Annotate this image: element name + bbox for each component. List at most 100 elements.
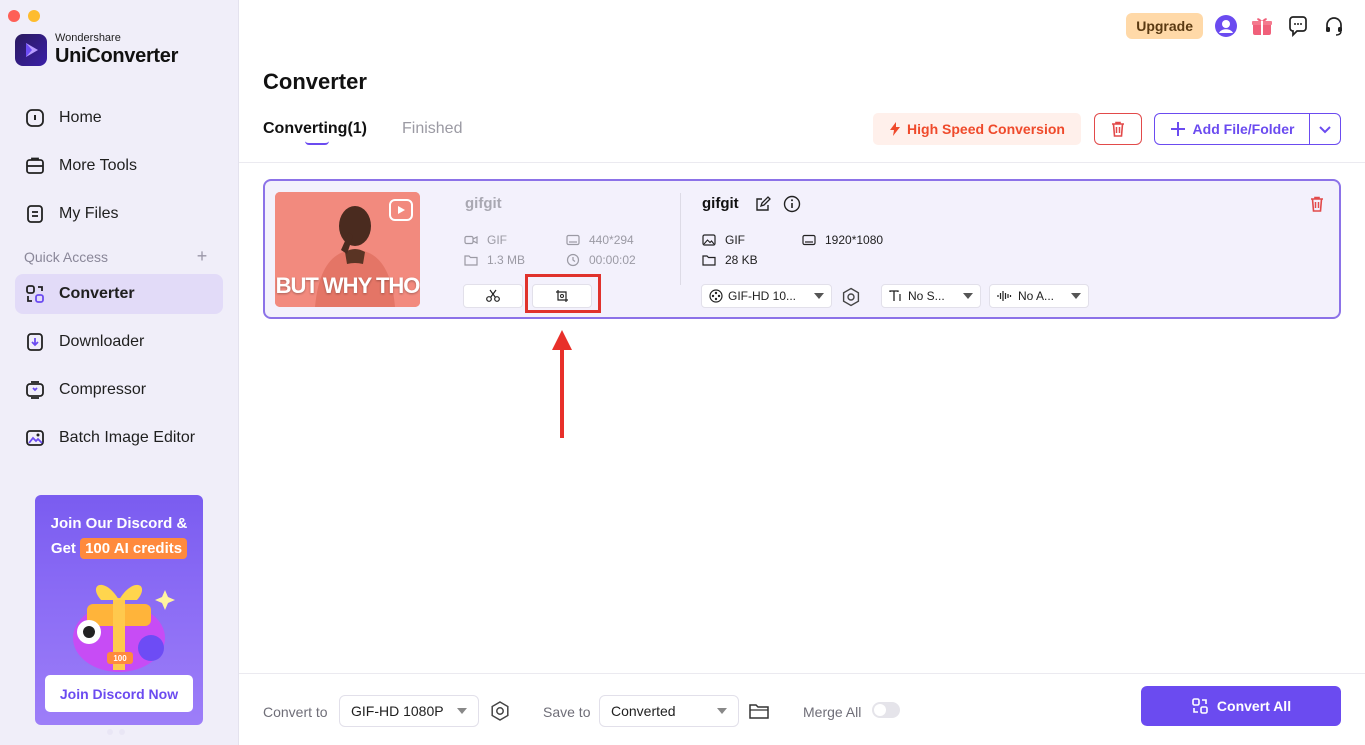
add-file-dropdown-button[interactable] <box>1309 113 1341 145</box>
video-thumbnail[interactable]: BUT WHY THO <box>275 192 420 307</box>
promo-page-dot[interactable] <box>107 729 113 735</box>
source-duration-value: 00:00:02 <box>589 253 636 267</box>
sidebar-item-downloader[interactable]: Downloader <box>15 322 223 362</box>
output-resolution: 1920*1080 <box>802 233 883 247</box>
caret-down-icon <box>814 293 824 299</box>
save-to-value: Converted <box>611 703 676 719</box>
top-toolbar: Upgrade <box>1126 13 1347 39</box>
trash-icon <box>1112 121 1124 137</box>
caret-down-icon <box>717 708 727 714</box>
uniconverter-logo-icon <box>15 33 47 66</box>
source-size-value: 1.3 MB <box>487 253 526 267</box>
save-to-select[interactable]: Converted <box>599 695 739 727</box>
home-icon <box>26 109 44 127</box>
account-avatar-icon[interactable] <box>1213 13 1239 39</box>
card-divider <box>680 193 681 285</box>
source-format: GIF <box>464 233 507 247</box>
convert-to-select[interactable]: GIF-HD 1080P <box>339 695 479 727</box>
add-file-label: Add File/Folder <box>1192 121 1295 137</box>
settings-gear-icon[interactable] <box>841 287 861 307</box>
folder-icon <box>702 255 716 266</box>
sidebar: Wondershare UniConverter Home More Tools… <box>0 0 239 745</box>
remove-file-trash-icon[interactable] <box>1308 195 1326 213</box>
convert-all-button[interactable]: Convert All <box>1141 686 1341 726</box>
sidebar-item-more-tools[interactable]: More Tools <box>15 146 223 186</box>
source-resolution: 440*294 <box>566 233 634 247</box>
open-folder-icon[interactable] <box>748 700 770 722</box>
lightning-icon <box>890 122 901 136</box>
info-icon[interactable] <box>783 195 801 213</box>
trim-button[interactable] <box>463 284 523 308</box>
resolution-icon <box>566 234 580 246</box>
active-tab-indicator <box>305 141 329 145</box>
discord-promo-banner[interactable]: Join Our Discord & Get 100 AI credits 10… <box>35 495 203 725</box>
plus-icon <box>1170 122 1185 136</box>
clapperboard-icon <box>389 199 413 221</box>
downloader-icon <box>27 333 43 351</box>
sidebar-item-label: Batch Image Editor <box>59 429 196 446</box>
convert-icon <box>1192 698 1208 714</box>
video-camera-icon <box>464 235 478 245</box>
toolbox-icon <box>26 157 44 174</box>
output-size-value: 28 KB <box>725 253 758 267</box>
edit-name-icon[interactable] <box>755 196 771 212</box>
image-editor-icon <box>26 430 44 446</box>
sidebar-item-home[interactable]: Home <box>15 98 223 138</box>
promo-subline: Get 100 AI credits <box>35 538 203 559</box>
app-brand: Wondershare UniConverter <box>15 33 178 66</box>
delete-all-button[interactable] <box>1094 113 1142 145</box>
sidebar-item-label: Compressor <box>59 381 147 398</box>
add-file-folder-button[interactable]: Add File/Folder <box>1154 113 1310 145</box>
output-preset-value: GIF-HD 10... <box>728 289 797 303</box>
gift-icon[interactable] <box>1249 13 1275 39</box>
tab-converting[interactable]: Converting(1) <box>263 120 367 138</box>
output-resolution-value: 1920*1080 <box>825 233 884 247</box>
subtitle-select[interactable]: No S... <box>881 284 981 308</box>
header-divider <box>239 162 1365 163</box>
chevron-down-icon <box>1319 126 1331 134</box>
converter-icon <box>26 285 44 303</box>
subtitle-value: No S... <box>908 289 945 303</box>
convert-to-value: GIF-HD 1080P <box>351 703 444 719</box>
output-preset-select[interactable]: GIF-HD 10... <box>701 284 832 308</box>
high-speed-conversion-button[interactable]: High Speed Conversion <box>873 113 1081 145</box>
output-size: 28 KB <box>702 253 758 267</box>
sidebar-item-batch-image-editor[interactable]: Batch Image Editor <box>15 418 223 458</box>
close-window-button[interactable] <box>8 10 20 22</box>
sidebar-item-converter[interactable]: Converter <box>15 274 223 314</box>
feedback-chat-icon[interactable] <box>1285 13 1311 39</box>
promo-headline: Join Our Discord & <box>50 515 188 532</box>
merge-all-label: Merge All <box>803 704 862 720</box>
caret-down-icon <box>457 708 467 714</box>
add-quick-access-icon[interactable]: + <box>194 246 210 266</box>
tab-finished[interactable]: Finished <box>402 120 462 138</box>
output-file-name: gifgit <box>702 195 739 212</box>
file-task-card[interactable]: BUT WHY THO gifgit GIF 1.3 MB 440*294 00… <box>263 179 1341 319</box>
caret-down-icon <box>963 293 973 299</box>
join-discord-button[interactable]: Join Discord Now <box>45 675 193 712</box>
sidebar-item-compressor[interactable]: Compressor <box>15 370 223 410</box>
audio-track-select[interactable]: No A... <box>989 284 1089 308</box>
sidebar-item-label: My Files <box>59 205 119 222</box>
gift-box-mascot-icon: 100 <box>73 584 175 672</box>
promo-pagination <box>107 729 125 735</box>
film-reel-icon <box>709 289 723 303</box>
audio-waveform-icon <box>997 291 1012 301</box>
promo-get-text: Get <box>50 540 76 557</box>
brand-company: Wondershare <box>55 32 121 44</box>
support-headset-icon[interactable] <box>1321 13 1347 39</box>
bottom-bar: Convert to GIF-HD 1080P Save to Converte… <box>239 673 1365 745</box>
text-icon <box>889 290 901 301</box>
minimize-window-button[interactable] <box>28 10 40 22</box>
sidebar-item-my-files[interactable]: My Files <box>15 194 223 234</box>
output-settings-gear-icon[interactable] <box>489 700 511 722</box>
merge-all-toggle[interactable] <box>872 702 900 718</box>
sidebar-item-label: Downloader <box>59 333 145 350</box>
folder-icon <box>464 255 478 266</box>
source-file-name: gifgit <box>465 195 502 212</box>
promo-credits-badge: 100 AI credits <box>80 538 188 559</box>
promo-page-dot[interactable] <box>119 729 125 735</box>
annotation-arrow-up-icon <box>552 330 572 438</box>
compressor-icon <box>26 381 44 399</box>
upgrade-button[interactable]: Upgrade <box>1126 13 1203 39</box>
